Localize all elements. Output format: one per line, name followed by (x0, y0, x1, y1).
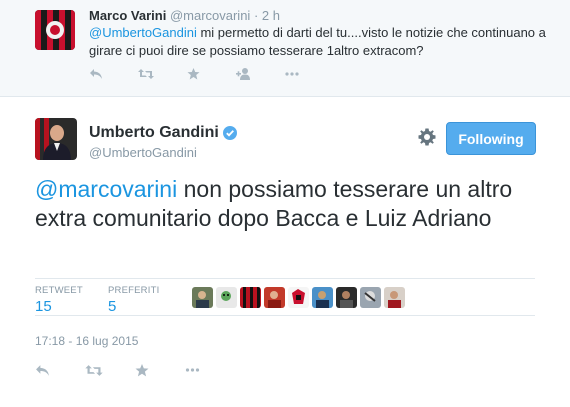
favorite-icon[interactable] (135, 360, 185, 380)
favorites-stat[interactable]: PREFERITI 5 (108, 285, 159, 315)
favoriter-avatar[interactable] (336, 287, 357, 308)
reply-icon[interactable] (35, 360, 85, 380)
tweet-time[interactable]: 2 h (262, 8, 280, 23)
tweet-stats: RETWEET 15 PREFERITI 5 (35, 278, 535, 316)
verified-badge-icon (222, 126, 237, 140)
more-icon[interactable] (285, 64, 334, 84)
parent-tweet[interactable]: Marco Varini @marcovarini · 2 h @Umberto… (0, 0, 570, 97)
favoriter-avatar[interactable] (360, 287, 381, 308)
favorites-count: 5 (108, 298, 117, 315)
user-name[interactable]: Umberto Gandini (89, 124, 237, 142)
favoriter-avatar[interactable] (384, 287, 405, 308)
favoriter-avatar[interactable] (240, 287, 261, 308)
reply-icon[interactable] (89, 64, 138, 84)
favoriter-avatar[interactable] (216, 287, 237, 308)
user-handle[interactable]: @UmbertoGandini (89, 145, 197, 160)
parent-name-line: Marco Varini @marcovarini · 2 h (89, 8, 280, 23)
favoriter-avatar[interactable] (264, 287, 285, 308)
retweet-label: RETWEET (35, 285, 83, 296)
user-name-text: Umberto Gandini (89, 124, 219, 141)
retweet-stat[interactable]: RETWEET 15 (35, 285, 83, 315)
more-icon[interactable] (185, 360, 235, 380)
tweet-actions (35, 360, 235, 380)
tweet-text: @UmbertoGandini mi permetto di darti del… (89, 24, 549, 60)
following-button[interactable]: Following (446, 122, 536, 155)
tweet-actions (89, 64, 334, 84)
gear-icon[interactable] (418, 128, 436, 146)
favoriter-avatar[interactable] (288, 287, 309, 308)
follow-icon[interactable] (236, 64, 285, 84)
tweet-text: @marcovarini non possiamo tesserare un a… (35, 175, 535, 233)
favorites-label: PREFERITI (108, 285, 160, 296)
retweet-icon[interactable] (138, 64, 187, 84)
retweet-icon[interactable] (85, 360, 135, 380)
avatar[interactable] (35, 10, 75, 50)
mention-link[interactable]: @marcovarini (35, 176, 177, 202)
retweet-count: 15 (35, 298, 52, 315)
tweet-timestamp[interactable]: 17:18 - 16 lug 2015 (35, 334, 138, 348)
favoriters-avatars (192, 287, 405, 308)
favoriter-avatar[interactable] (192, 287, 213, 308)
separator: · (253, 8, 259, 23)
mention-link[interactable]: @UmbertoGandini (89, 25, 197, 40)
avatar[interactable] (35, 118, 77, 160)
favorite-icon[interactable] (187, 64, 236, 84)
favoriter-avatar[interactable] (312, 287, 333, 308)
user-name[interactable]: Marco Varini (89, 8, 166, 23)
user-handle[interactable]: @marcovarini (170, 8, 250, 23)
